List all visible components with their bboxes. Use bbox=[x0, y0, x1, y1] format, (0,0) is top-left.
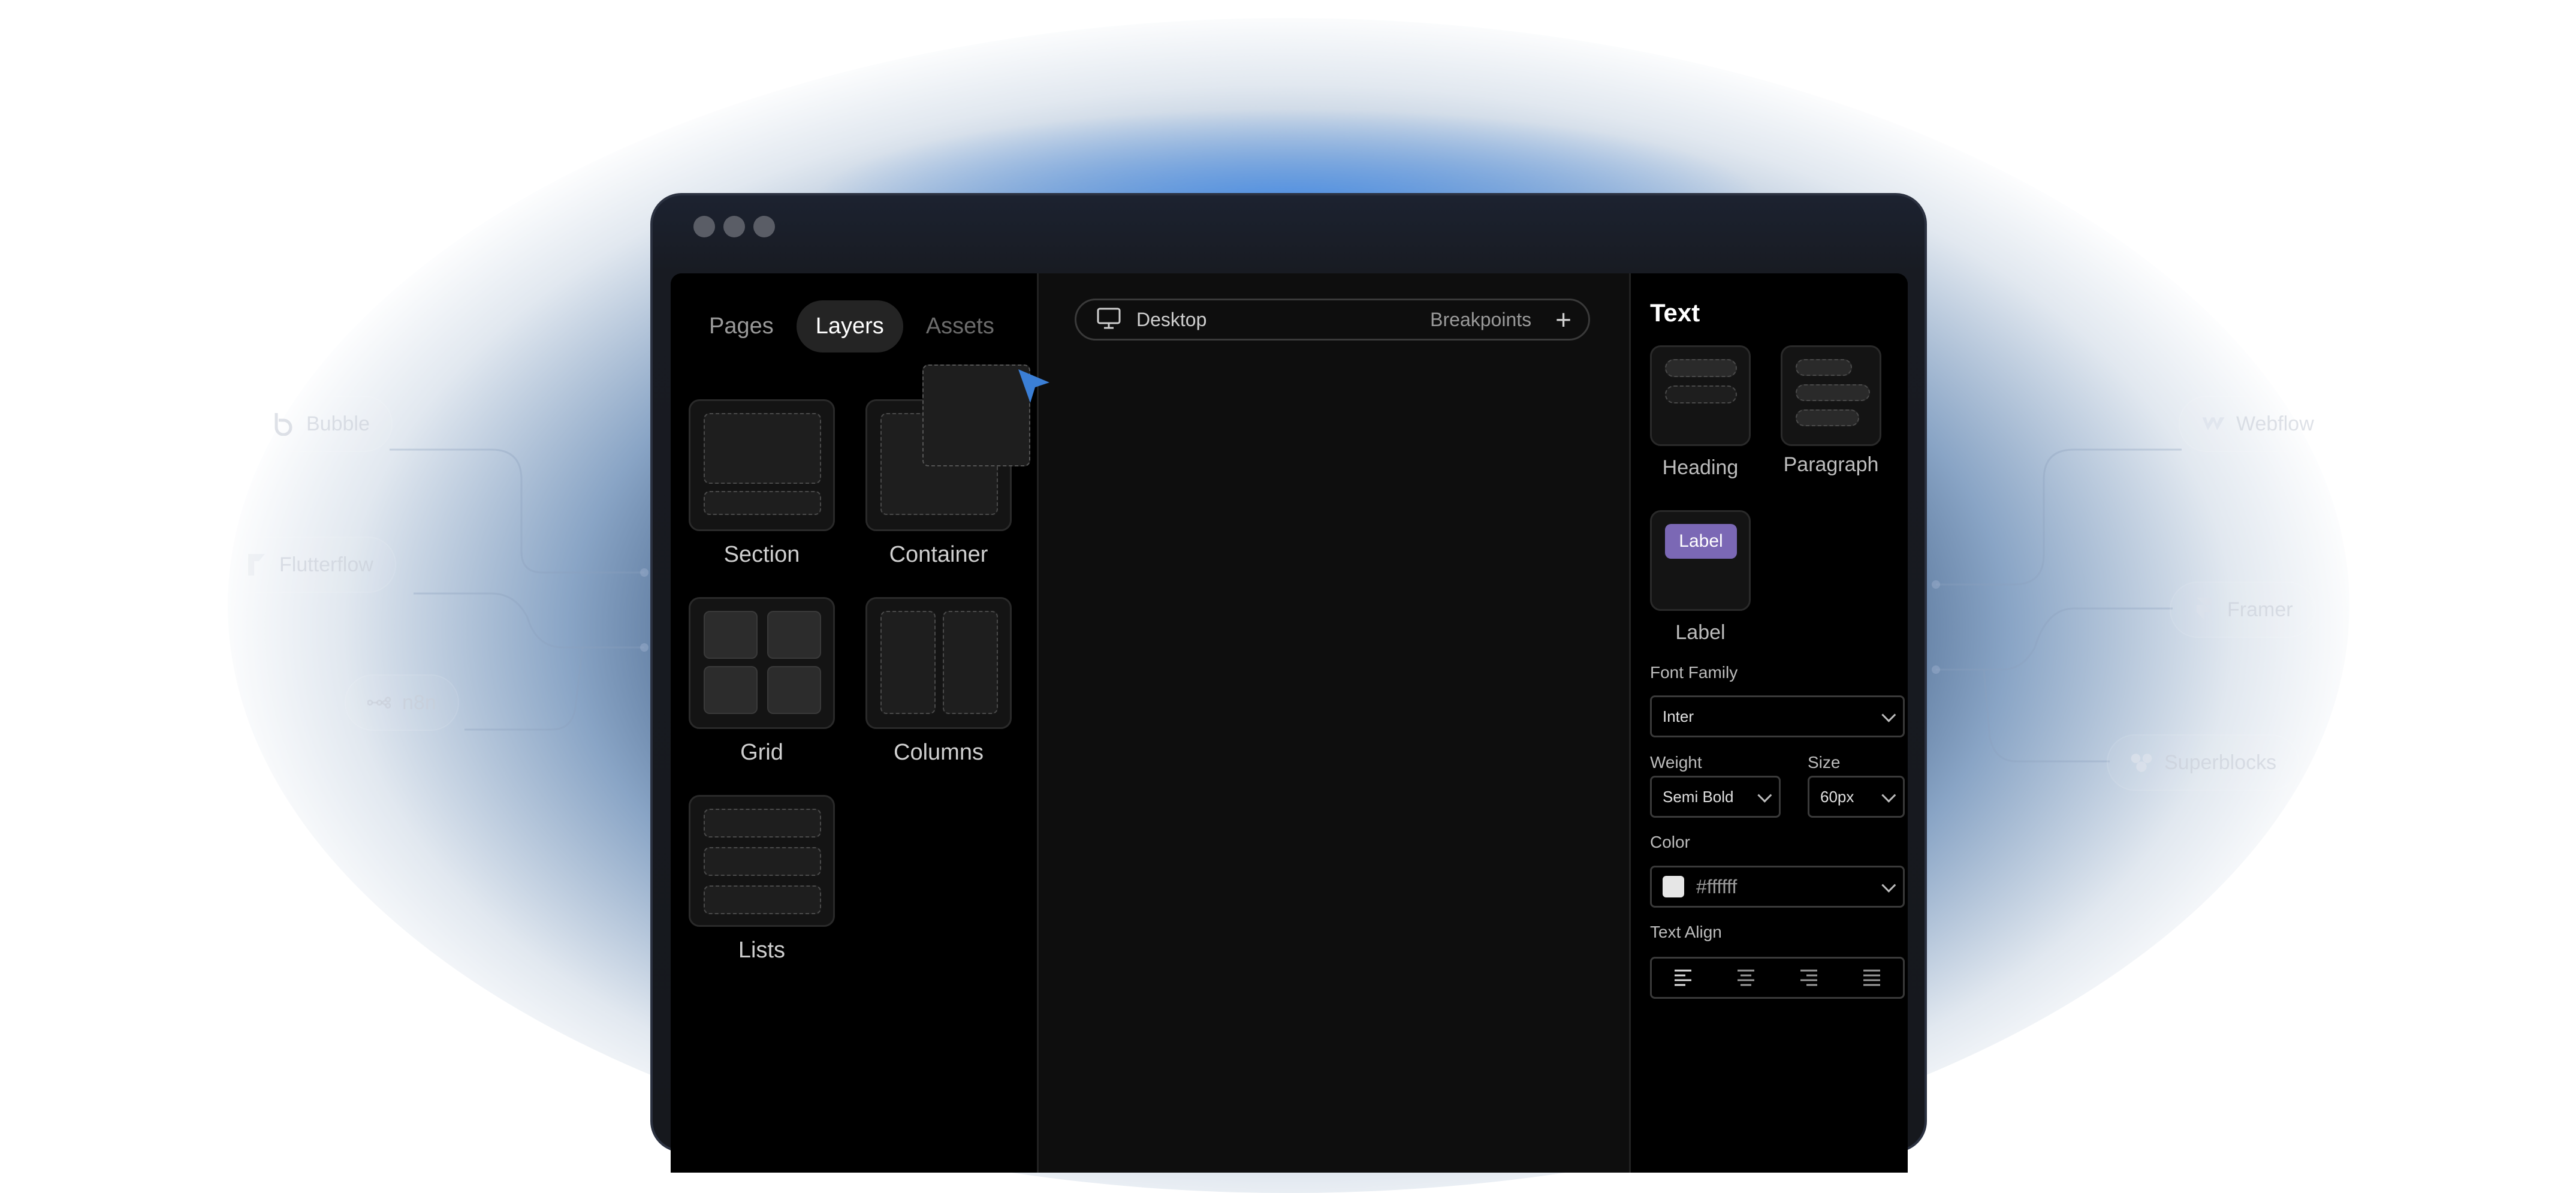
text-type-heading[interactable] bbox=[1650, 345, 1751, 446]
drag-cursor-icon bbox=[1016, 367, 1052, 408]
component-section-label: Section bbox=[723, 542, 800, 567]
align-right-icon bbox=[1800, 969, 1817, 986]
design-canvas[interactable]: Desktop Breakpoints + bbox=[1039, 273, 1629, 1173]
superblocks-logo-icon bbox=[2129, 751, 2153, 775]
breakpoint-bar: Desktop Breakpoints + bbox=[1075, 299, 1590, 341]
component-lists[interactable] bbox=[689, 795, 835, 927]
weight-label: Weight bbox=[1650, 753, 1702, 772]
properties-panel: Text Heading Paragraph Label Label Font … bbox=[1629, 273, 1908, 1173]
text-type-label[interactable]: Label bbox=[1650, 510, 1751, 611]
align-justify-icon bbox=[1863, 969, 1880, 986]
chevron-down-icon bbox=[1881, 788, 1896, 803]
text-type-label-label: Label bbox=[1675, 621, 1726, 644]
tab-assets[interactable]: Assets bbox=[907, 300, 1013, 353]
component-section[interactable] bbox=[689, 399, 835, 531]
webflow-logo-icon bbox=[2201, 412, 2225, 436]
text-align-group bbox=[1650, 957, 1905, 999]
chevron-down-icon bbox=[1881, 707, 1896, 722]
align-center-button[interactable] bbox=[1715, 959, 1778, 997]
color-label: Color bbox=[1650, 833, 1690, 851]
weight-select[interactable]: Semi Bold bbox=[1650, 776, 1781, 818]
window-controls bbox=[693, 216, 775, 237]
align-justify-button[interactable] bbox=[1840, 959, 1903, 997]
color-select[interactable]: #ffffff bbox=[1650, 866, 1905, 908]
properties-title: Text bbox=[1650, 299, 1700, 327]
integration-flutterflow: Flutterflow bbox=[222, 537, 396, 593]
integration-bubble: Bubble bbox=[249, 396, 393, 452]
framer-logo-icon bbox=[2192, 598, 2216, 622]
dragged-container-ghost bbox=[922, 364, 1030, 466]
component-container-label: Container bbox=[889, 542, 988, 567]
app-window: Pages Layers Assets Section Container Gr… bbox=[650, 193, 1927, 1173]
font-family-value: Inter bbox=[1663, 707, 1694, 725]
component-columns[interactable] bbox=[865, 597, 1012, 729]
n8n-logo-icon bbox=[367, 691, 391, 715]
font-family-select[interactable]: Inter bbox=[1650, 695, 1905, 737]
integration-webflow: Webflow bbox=[2179, 396, 2337, 452]
component-columns-label: Columns bbox=[894, 740, 984, 765]
color-swatch[interactable] bbox=[1663, 876, 1684, 897]
weight-value: Semi Bold bbox=[1663, 787, 1734, 806]
breakpoints-button[interactable]: Breakpoints bbox=[1430, 309, 1531, 331]
add-breakpoint-button[interactable]: + bbox=[1555, 306, 1571, 333]
chevron-down-icon bbox=[1881, 878, 1896, 893]
component-grid[interactable] bbox=[689, 597, 835, 729]
text-type-heading-label: Heading bbox=[1662, 456, 1739, 479]
size-value: 60px bbox=[1820, 787, 1854, 806]
device-label[interactable]: Desktop bbox=[1136, 309, 1206, 331]
builder-app: Pages Layers Assets Section Container Gr… bbox=[671, 273, 1908, 1173]
text-type-paragraph[interactable] bbox=[1781, 345, 1881, 446]
component-grid-label: Grid bbox=[740, 740, 783, 765]
color-value[interactable]: #ffffff bbox=[1696, 876, 1737, 898]
size-select[interactable]: 60px bbox=[1808, 776, 1905, 818]
left-panel: Pages Layers Assets Section Container Gr… bbox=[671, 273, 1039, 1173]
integration-superblocks: Superblocks bbox=[2107, 734, 2300, 791]
align-left-icon bbox=[1675, 969, 1692, 986]
integration-n8n: n8n bbox=[345, 674, 459, 731]
align-right-button[interactable] bbox=[1778, 959, 1841, 997]
window-minimize-button[interactable] bbox=[723, 216, 745, 237]
font-family-label: Font Family bbox=[1650, 663, 1738, 682]
window-maximize-button[interactable] bbox=[753, 216, 775, 237]
tab-pages[interactable]: Pages bbox=[690, 300, 793, 353]
integration-framer: Framer bbox=[2170, 582, 2316, 638]
align-left-button[interactable] bbox=[1652, 959, 1715, 997]
text-align-label: Text Align bbox=[1650, 923, 1722, 941]
label-badge: Label bbox=[1665, 524, 1737, 559]
tab-layers[interactable]: Layers bbox=[796, 300, 903, 353]
flutterflow-logo-icon bbox=[245, 553, 269, 577]
component-lists-label: Lists bbox=[738, 938, 786, 963]
size-label: Size bbox=[1808, 753, 1841, 772]
chevron-down-icon bbox=[1757, 788, 1772, 803]
panel-tabs: Pages Layers Assets bbox=[690, 300, 1013, 353]
window-close-button[interactable] bbox=[693, 216, 715, 237]
text-type-paragraph-label: Paragraph bbox=[1783, 453, 1879, 476]
bubble-logo-icon bbox=[272, 412, 295, 436]
align-center-icon bbox=[1738, 969, 1755, 986]
desktop-monitor-icon[interactable] bbox=[1097, 308, 1121, 332]
